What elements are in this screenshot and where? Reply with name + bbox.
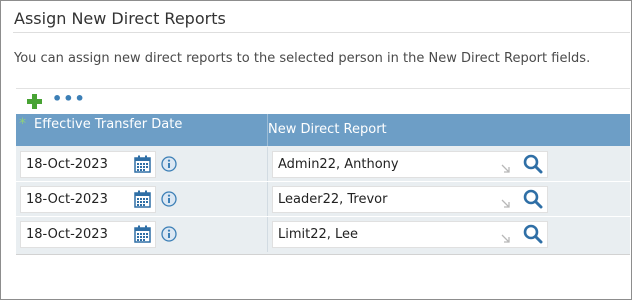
calendar-icon[interactable] <box>134 190 151 208</box>
add-row-plus-icon[interactable] <box>27 94 42 109</box>
transfer-date-value: 18-Oct-2023 <box>26 227 108 242</box>
column-header-new-direct-report[interactable]: New Direct Report <box>267 114 632 146</box>
required-asterisk: * <box>19 116 26 132</box>
table-row: 18-Oct-2023 <box>16 217 630 252</box>
table-row: 18-Oct-2023 <box>16 182 630 217</box>
new-direct-report-value: Leader22, Trevor <box>278 192 388 207</box>
new-direct-report-input[interactable]: Admin22, Anthony <box>272 151 548 178</box>
description-text: You can assign new direct reports to the… <box>14 51 591 66</box>
new-direct-report-input[interactable]: Limit22, Lee <box>272 221 548 248</box>
info-icon[interactable] <box>161 156 177 172</box>
search-icon[interactable] <box>523 224 543 244</box>
search-icon[interactable] <box>523 154 543 174</box>
calendar-icon[interactable] <box>134 155 151 173</box>
transfer-date-input[interactable]: 18-Oct-2023 <box>20 151 156 178</box>
table-header: * Effective Transfer Date New Direct Rep… <box>16 114 630 146</box>
direct-reports-table: * Effective Transfer Date New Direct Rep… <box>16 114 630 255</box>
new-direct-report-input[interactable]: Leader22, Trevor <box>272 186 548 213</box>
expand-arrow-icon <box>501 164 510 173</box>
transfer-date-input[interactable]: 18-Oct-2023 <box>20 221 156 248</box>
page-title: Assign New Direct Reports <box>14 9 226 28</box>
calendar-icon[interactable] <box>134 225 151 243</box>
dialog-frame: Assign New Direct Reports You can assign… <box>0 0 632 300</box>
column-header-transfer-date[interactable]: * Effective Transfer Date <box>16 114 266 146</box>
transfer-date-input[interactable]: 18-Oct-2023 <box>20 186 156 213</box>
expand-arrow-icon <box>501 234 510 243</box>
column-header-label: New Direct Report <box>268 122 387 137</box>
column-separator <box>267 217 268 252</box>
transfer-date-value: 18-Oct-2023 <box>26 157 108 172</box>
column-header-label: Effective Transfer Date <box>34 117 183 132</box>
table-row: 18-Oct-2023 <box>16 147 630 182</box>
column-separator <box>267 147 268 182</box>
new-direct-report-value: Limit22, Lee <box>278 227 359 242</box>
title-divider <box>13 32 630 33</box>
expand-arrow-icon <box>501 199 510 208</box>
info-icon[interactable] <box>161 226 177 242</box>
transfer-date-value: 18-Oct-2023 <box>26 192 108 207</box>
new-direct-report-value: Admin22, Anthony <box>278 157 399 172</box>
more-actions-ellipsis-icon[interactable]: ••• <box>52 91 86 107</box>
info-icon[interactable] <box>161 191 177 207</box>
search-icon[interactable] <box>523 189 543 209</box>
column-separator <box>267 182 268 217</box>
